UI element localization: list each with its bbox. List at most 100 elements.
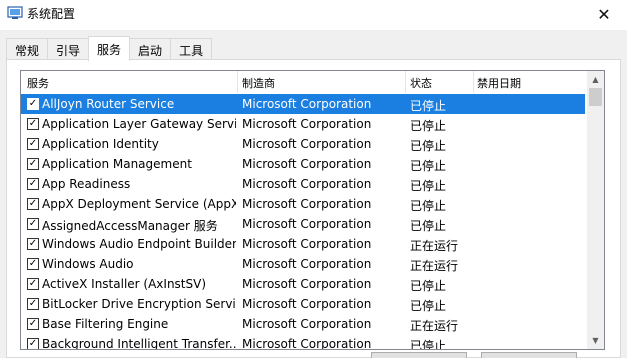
service-name: ActiveX Installer (AxInstSV): [42, 277, 207, 291]
service-manufacturer: Microsoft Corporation: [242, 317, 372, 331]
title-bar: 系统配置 ✕: [0, 0, 627, 30]
service-name: Windows Audio Endpoint Builder: [42, 237, 236, 251]
service-manufacturer: Microsoft Corporation: [242, 177, 372, 191]
service-status: 已停止: [410, 119, 447, 133]
table-row[interactable]: ✓ AppX Deployment Service (AppX... Microso…: [21, 194, 585, 214]
table-row[interactable]: ✓ BitLocker Drive Encryption Service Micro…: [21, 294, 585, 314]
service-checkbox[interactable]: ✓: [27, 338, 39, 349]
close-icon: ✕: [597, 4, 611, 24]
table-row[interactable]: ✓ Windows Audio Endpoint Builder Microsoft…: [21, 234, 585, 254]
service-status: 已停止: [410, 279, 447, 293]
service-name: App Readiness: [42, 177, 131, 191]
scroll-up-button[interactable]: ▲: [587, 71, 604, 88]
vertical-scrollbar[interactable]: ▲ ▼: [587, 71, 604, 349]
service-status: 已停止: [410, 219, 447, 233]
service-checkbox[interactable]: ✓: [27, 178, 39, 190]
service-status: 正在运行: [410, 319, 459, 333]
service-checkbox[interactable]: ✓: [27, 98, 39, 110]
service-status: 已停止: [410, 139, 447, 153]
service-checkbox[interactable]: ✓: [27, 238, 39, 250]
service-status: 已停止: [410, 179, 447, 193]
service-name: Application Management: [42, 157, 192, 171]
column-header-service[interactable]: 服务: [27, 75, 49, 91]
checkmark-icon: ✓: [28, 258, 38, 269]
service-name: BitLocker Drive Encryption Service: [42, 297, 236, 311]
service-name: AllJoyn Router Service: [42, 97, 175, 111]
column-divider[interactable]: [237, 71, 238, 93]
table-row[interactable]: ✓ Base Filtering Engine Microsoft Corporat…: [21, 314, 585, 334]
service-checkbox[interactable]: ✓: [27, 278, 39, 290]
services-list[interactable]: 服务 制造商 状态 禁用日期 ✓ AllJoyn Router Service Mi…: [20, 70, 605, 350]
service-manufacturer: Microsoft Corporation: [242, 237, 372, 251]
service-checkbox[interactable]: ✓: [27, 298, 39, 310]
table-row[interactable]: ✓ Background Intelligent Transfer... Micro…: [21, 334, 585, 350]
table-row[interactable]: ✓ ActiveX Installer (AxInstSV) Microsoft C…: [21, 274, 585, 294]
tab-strip: 常规 引导 服务 启动 工具: [6, 36, 213, 61]
service-checkbox[interactable]: ✓: [27, 158, 39, 170]
checkmark-icon: ✓: [28, 238, 38, 249]
table-row[interactable]: ✓ Application Management Microsoft Corpora…: [21, 154, 585, 174]
checkmark-icon: ✓: [28, 98, 38, 109]
service-name: AppX Deployment Service (AppX...: [42, 197, 236, 211]
checkmark-icon: ✓: [28, 118, 38, 129]
service-manufacturer: Microsoft Corporation: [242, 297, 372, 311]
checkmark-icon: ✓: [28, 138, 38, 149]
service-name: Application Identity: [42, 137, 159, 151]
table-row[interactable]: ✓ Application Layer Gateway Service Micros…: [21, 114, 585, 134]
service-status: 已停止: [410, 339, 447, 350]
service-checkbox[interactable]: ✓: [27, 318, 39, 330]
service-status: 已停止: [410, 199, 447, 213]
column-header-manufacturer[interactable]: 制造商: [242, 75, 275, 91]
chevron-up-icon: ▲: [592, 75, 599, 84]
service-manufacturer: Microsoft Corporation: [242, 217, 372, 231]
column-header-disabled-date[interactable]: 禁用日期: [477, 75, 521, 91]
column-header-status[interactable]: 状态: [410, 75, 432, 91]
service-checkbox[interactable]: ✓: [27, 258, 39, 270]
column-divider[interactable]: [405, 71, 406, 93]
tab-general[interactable]: 常规: [6, 38, 49, 61]
tab-tools[interactable]: 工具: [170, 38, 213, 61]
service-name: Windows Audio: [42, 257, 134, 271]
list-header: 服务 制造商 状态 禁用日期: [21, 71, 585, 93]
scroll-thumb[interactable]: [589, 88, 602, 106]
list-rows: ✓ AllJoyn Router Service Microsoft Corpora…: [21, 94, 585, 350]
service-manufacturer: Microsoft Corporation: [242, 197, 372, 211]
table-row[interactable]: ✓ AssignedAccessManager 服务 Microsoft Corpo…: [21, 214, 585, 234]
checkmark-icon: ✓: [28, 198, 38, 209]
system-config-icon: [7, 6, 23, 19]
service-status: 已停止: [410, 159, 447, 173]
service-checkbox[interactable]: ✓: [27, 198, 39, 210]
service-checkbox[interactable]: ✓: [27, 138, 39, 150]
service-name: AssignedAccessManager 服务: [42, 219, 218, 233]
service-status: 已停止: [410, 299, 447, 313]
service-status: 正在运行: [410, 239, 459, 253]
checkmark-icon: ✓: [28, 178, 38, 189]
service-checkbox[interactable]: ✓: [27, 218, 39, 230]
service-checkbox[interactable]: ✓: [27, 118, 39, 130]
table-row[interactable]: ✓ App Readiness Microsoft Corporation 已停止: [21, 174, 585, 194]
table-row[interactable]: ✓ Windows Audio Microsoft Corporation 正在运行: [21, 254, 585, 274]
checkmark-icon: ✓: [28, 318, 38, 329]
disable-all-button[interactable]: [481, 352, 577, 358]
service-status: 正在运行: [410, 259, 459, 273]
service-name: Application Layer Gateway Service: [42, 117, 236, 131]
checkmark-icon: ✓: [28, 338, 38, 349]
close-button[interactable]: ✕: [581, 0, 627, 28]
service-manufacturer: Microsoft Corporation: [242, 137, 372, 151]
tab-startup[interactable]: 启动: [129, 38, 172, 61]
service-name: Base Filtering Engine: [42, 317, 169, 331]
tab-boot[interactable]: 引导: [47, 38, 90, 61]
enable-all-button[interactable]: [371, 352, 467, 358]
chevron-down-icon: ▼: [592, 336, 599, 345]
tab-services[interactable]: 服务: [88, 36, 131, 61]
service-manufacturer: Microsoft Corporation: [242, 337, 372, 350]
window-title: 系统配置: [27, 7, 76, 21]
table-row[interactable]: ✓ Application Identity Microsoft Corporati…: [21, 134, 585, 154]
service-manufacturer: Microsoft Corporation: [242, 97, 372, 111]
table-row[interactable]: ✓ AllJoyn Router Service Microsoft Corpora…: [21, 94, 585, 114]
column-divider[interactable]: [473, 71, 474, 93]
checkmark-icon: ✓: [28, 158, 38, 169]
service-name: Background Intelligent Transfer...: [42, 337, 236, 350]
scroll-down-button[interactable]: ▼: [587, 332, 604, 349]
checkmark-icon: ✓: [28, 218, 38, 229]
